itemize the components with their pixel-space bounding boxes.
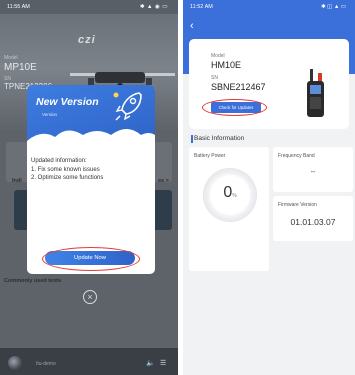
back-arrow-icon[interactable]: ‹ [190, 20, 194, 32]
status-time: 11:55 AM [7, 4, 30, 10]
background-text-es: es > [158, 178, 169, 184]
hero-model-label: Model [4, 55, 18, 61]
firmware-card: Firmware Version 01.01.03.07 [273, 196, 353, 241]
rocket-icon [113, 92, 142, 121]
firmware-value: 01.01.03.07 [290, 217, 336, 227]
update-info-item: 1. Fix some known issues [31, 166, 100, 173]
brand-logo: czi [78, 34, 96, 46]
status-bar: 11:55 AM ✱ ▲ ◉ ▭ [0, 0, 178, 14]
frequency-card: Frequency Band -- [273, 147, 353, 192]
background-thumb [152, 190, 172, 230]
section-title: Basic Information [194, 135, 245, 142]
screenshot-root: 11:55 AM ✱ ▲ ◉ ▭ czi Model MP10E SN TPNE… [0, 0, 355, 375]
highlight-ring [202, 99, 267, 116]
avatar [8, 356, 22, 370]
walkie-talkie-image [307, 69, 324, 117]
left-phone-screen: 11:55 AM ✱ ▲ ◉ ▭ czi Model MP10E SN TPNE… [0, 0, 178, 375]
background-text-indi: Indi [12, 178, 22, 184]
frequency-label: Frequency Band [278, 153, 315, 159]
modal-version-label: Version [42, 112, 58, 117]
section-accent-bar [191, 135, 193, 143]
update-info-item: 2. Optimize some functions [31, 175, 104, 181]
right-phone-screen: 11:52 AM ✱ ◫ ▲ ▭ ‹ Model HM10E SN SBNE21… [183, 0, 355, 375]
modal-title: New Version [36, 96, 99, 108]
sn-value: SBNE212467 [211, 82, 266, 92]
close-icon[interactable]: × [83, 290, 97, 304]
hero-model-value: MP10E [4, 62, 37, 73]
modal-body: Updated information: 1. Fix some known i… [31, 157, 151, 183]
new-version-modal: New Version Version Updated information:… [27, 85, 155, 274]
status-bar: 11:52 AM ✱ ◫ ▲ ▭ [183, 0, 355, 14]
battery-gauge: 0% [204, 169, 256, 221]
firmware-label: Firmware Version [278, 202, 317, 208]
sn-label: SN [211, 75, 218, 81]
battery-value-wrapper: 0% [204, 184, 256, 202]
clouds-decoration [27, 129, 155, 155]
channel-name: Itu-demo [36, 361, 56, 367]
device-card: Model HM10E SN SBNE212467 Check for Upda… [189, 39, 349, 129]
background-text-common: Commonly used texts [4, 278, 62, 284]
model-label: Model [211, 53, 225, 59]
speaker-icon[interactable]: 🔈 [146, 359, 155, 367]
frequency-value: -- [310, 169, 316, 176]
highlight-ring [42, 247, 140, 271]
status-icons: ✱ ◫ ▲ ▭ [320, 4, 346, 10]
update-info-title: Updated information: [31, 158, 87, 164]
battery-label: Battery Power [194, 153, 226, 159]
battery-value: 0 [223, 184, 233, 201]
battery-unit: % [232, 193, 237, 199]
status-time: 11:52 AM [190, 4, 213, 10]
battery-card: Battery Power 0% [189, 147, 269, 271]
status-icons: ✱ ▲ ◉ ▭ [139, 4, 168, 10]
bottom-player-bar: Itu-demo 🔈 ☰ [0, 348, 178, 375]
list-icon[interactable]: ☰ [160, 359, 166, 367]
model-value: HM10E [211, 60, 242, 70]
